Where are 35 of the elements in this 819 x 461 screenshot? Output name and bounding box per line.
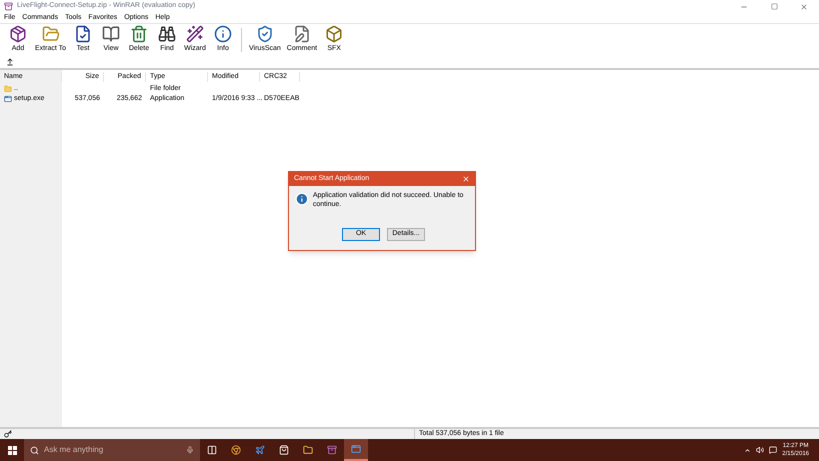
binoculars-icon (158, 25, 176, 44)
windows-logo-icon (8, 446, 16, 454)
app-window-icon (351, 444, 361, 454)
wand-icon (186, 25, 204, 44)
book-icon (102, 25, 120, 44)
document-check-icon (74, 25, 92, 44)
speaker-icon[interactable] (756, 446, 764, 454)
microphone-icon (186, 446, 194, 454)
app-icon (4, 2, 13, 11)
shopping-bag-icon (279, 445, 289, 455)
up-folder-icon[interactable] (6, 58, 14, 66)
task-view-icon (207, 445, 217, 455)
folder-icon (42, 25, 60, 44)
close-icon[interactable] (800, 2, 808, 10)
package-icon (9, 25, 27, 44)
shield-icon (256, 25, 274, 44)
plane-icon (255, 445, 265, 455)
trash-icon (130, 25, 148, 44)
archive-icon (327, 445, 337, 455)
application-icon (4, 95, 12, 103)
browser-icon (231, 445, 241, 455)
document-pen-icon (292, 25, 311, 44)
folder-icon (4, 85, 12, 93)
message-icon[interactable] (769, 446, 778, 454)
search-field[interactable]: Ask me anything (24, 439, 200, 461)
search-input[interactable]: Ask me anything (44, 444, 186, 456)
restore-icon[interactable] (770, 2, 778, 10)
box-icon (325, 25, 344, 44)
folder-icon (303, 445, 313, 455)
info-icon (295, 191, 309, 207)
close-button[interactable] (462, 175, 470, 183)
chevron-up-icon[interactable] (744, 446, 752, 454)
key-icon (4, 430, 12, 438)
info-icon (214, 25, 232, 44)
search-icon (30, 446, 39, 454)
